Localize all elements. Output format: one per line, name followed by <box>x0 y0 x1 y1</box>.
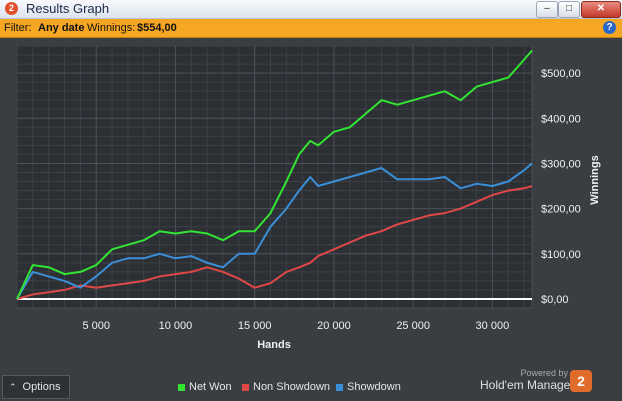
bottom-bar: ⌃ Options Net Won Non Showdown Showdown P… <box>0 368 622 401</box>
results-chart: 5 000 10 000 15 000 20 000 25 000 30 000 $0,0… <box>0 38 622 372</box>
x-tick-label: 5 000 <box>82 320 110 332</box>
legend-label: Net Won <box>189 381 232 393</box>
y-tick-label: $300,00 <box>541 158 581 170</box>
winnings-label: Winnings: <box>87 22 136 34</box>
maximize-button[interactable]: □ <box>558 1 580 18</box>
legend-item-non-showdown[interactable]: Non Showdown <box>242 381 330 393</box>
filter-bar: Filter: Any date Winnings: $554,00 ? <box>0 19 622 38</box>
y-tick-label: $500,00 <box>541 68 581 80</box>
y-tick-label: $100,00 <box>541 249 581 261</box>
y-tick-label: $200,00 <box>541 204 581 216</box>
brand-name: Hold'em Manager <box>480 378 575 392</box>
legend-label: Showdown <box>347 381 401 393</box>
y-tick-label: $0,00 <box>541 294 569 306</box>
options-label: Options <box>22 381 61 393</box>
y-tick-label: $400,00 <box>541 113 581 125</box>
y-axis-label: Winnings <box>589 155 601 204</box>
window-title: Results Graph <box>26 1 110 16</box>
net-won-swatch-icon <box>178 383 185 391</box>
options-button[interactable]: ⌃ Options <box>2 375 70 399</box>
plot-area <box>16 45 533 309</box>
close-button[interactable]: ✕ <box>581 1 621 18</box>
winnings-value: $554,00 <box>137 22 177 34</box>
chart-svg: 5 000 10 000 15 000 20 000 25 000 30 000 $0,0… <box>0 38 622 372</box>
filter-date-value: Any date <box>38 22 85 34</box>
x-tick-label: 25 000 <box>396 320 430 332</box>
x-tick-label: 15 000 <box>238 320 272 332</box>
help-icon[interactable]: ? <box>603 21 616 34</box>
filter-label: Filter: <box>4 22 32 34</box>
showdown-swatch-icon <box>336 383 343 391</box>
x-tick-label: 10 000 <box>159 320 193 332</box>
non-showdown-swatch-icon <box>242 383 249 391</box>
legend-label: Non Showdown <box>253 381 331 393</box>
powered-by-text: Powered by <box>520 368 568 378</box>
x-tick-label: 30 000 <box>476 320 510 332</box>
brand-logo-icon: 2 <box>570 370 592 392</box>
legend-item-net-won[interactable]: Net Won <box>178 381 232 393</box>
title-bar: 2 Results Graph ‒ □ ✕ <box>0 0 622 19</box>
app-logo-icon: 2 <box>5 2 18 15</box>
chevron-up-icon: ⌃ <box>9 382 17 392</box>
x-axis-label: Hands <box>257 339 291 351</box>
x-tick-label: 20 000 <box>317 320 351 332</box>
minimize-button[interactable]: ‒ <box>536 1 558 18</box>
legend-item-showdown[interactable]: Showdown <box>336 381 401 393</box>
